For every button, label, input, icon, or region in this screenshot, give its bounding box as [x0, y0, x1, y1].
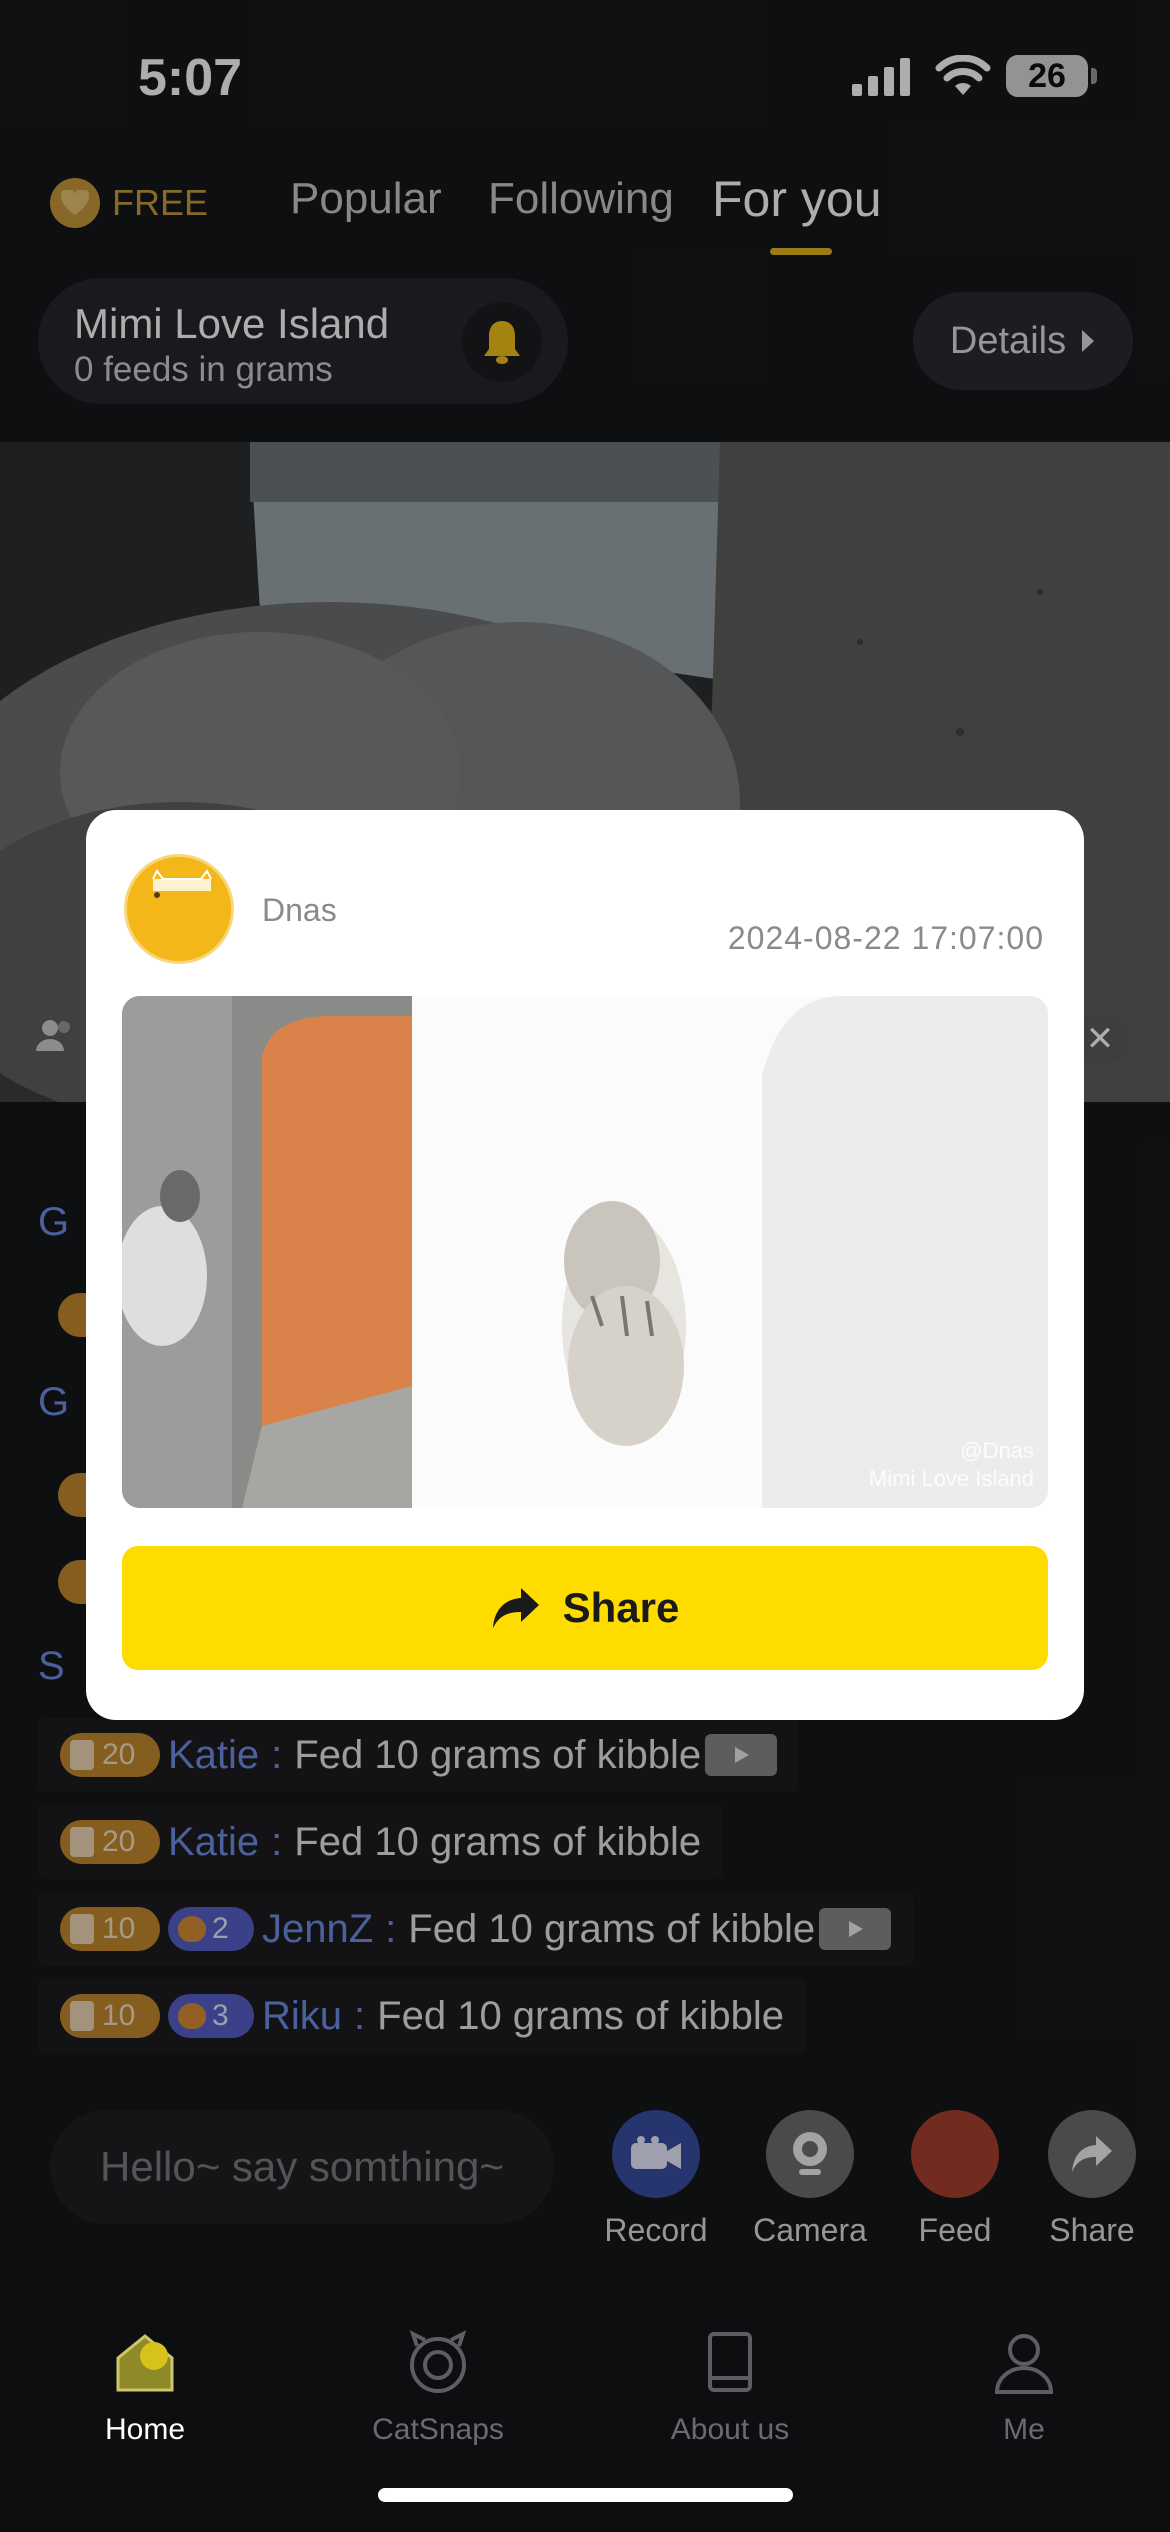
catsnaps-icon: [409, 2330, 467, 2393]
watermark: @Dnas Mimi Love Island: [868, 1437, 1034, 1492]
book-icon: [708, 2332, 752, 2392]
nav-home-label: Home: [104, 2413, 186, 2446]
share-post-modal: Dnas 2024-08-22 17:07:00 @Dnas Mimi Love…: [86, 810, 1084, 1720]
poster-name: Dnas: [262, 892, 337, 928]
cat-avatar-icon: [127, 857, 231, 961]
nav-about-us-label: About us: [670, 2413, 790, 2446]
share-button[interactable]: Share: [122, 1546, 1048, 1670]
catsnap-scene: [122, 996, 1048, 1508]
person-icon: [994, 2334, 1054, 2394]
nav-catsnaps[interactable]: CatSnaps: [338, 2328, 538, 2447]
share-arrow-icon: [492, 1588, 539, 1628]
avatar[interactable]: [124, 854, 234, 964]
nav-catsnaps-label: CatSnaps: [372, 2413, 504, 2446]
catsnap-image[interactable]: @Dnas Mimi Love Island: [122, 996, 1048, 1508]
home-icon: [116, 2334, 174, 2392]
home-indicator: [378, 2488, 793, 2502]
post-timestamp: 2024-08-22 17:07:00: [727, 920, 1044, 956]
nav-about-us[interactable]: About us: [630, 2328, 830, 2447]
nav-home[interactable]: Home: [45, 2328, 245, 2447]
share-button-label: Share: [562, 1584, 680, 1631]
nav-me-label: Me: [1003, 2413, 1045, 2446]
nav-me[interactable]: Me: [924, 2328, 1124, 2447]
